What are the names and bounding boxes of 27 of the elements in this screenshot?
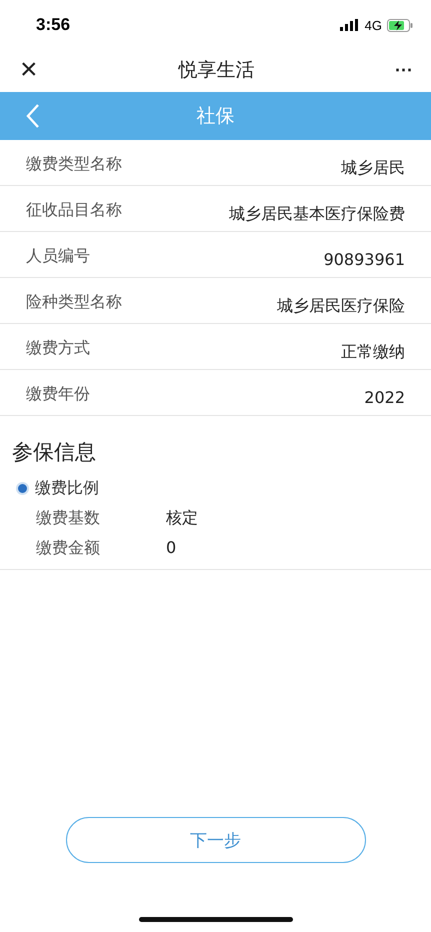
detail-label: 缴费金额	[36, 538, 101, 559]
header-title: 社保	[196, 104, 234, 129]
option-label: 缴费比例	[35, 478, 99, 499]
signal-icon	[340, 19, 360, 31]
field-label: 征收品目名称	[26, 200, 122, 221]
radio-button[interactable]	[16, 482, 29, 495]
more-button[interactable]: ···	[395, 60, 413, 80]
detail-label: 缴费基数	[36, 508, 101, 529]
field-label: 缴费方式	[26, 338, 90, 359]
field-value: 城乡居民基本医疗保险费	[229, 204, 405, 225]
field-value: 城乡居民	[341, 158, 405, 179]
field-value: 2022	[364, 388, 405, 407]
field-value: 正常缴纳	[341, 342, 405, 363]
field-value: 90893961	[324, 250, 405, 269]
close-button[interactable]: ×	[20, 55, 38, 85]
field-value: 城乡居民医疗保险	[277, 296, 405, 317]
page-title: 悦享生活	[178, 58, 254, 83]
field-label: 人员编号	[26, 246, 90, 267]
field-label: 险种类型名称	[26, 292, 122, 313]
field-label: 缴费类型名称	[26, 154, 122, 175]
network-label: 4G	[364, 18, 382, 32]
detail-value: 0	[166, 538, 176, 559]
field-label: 缴费年份	[26, 384, 90, 405]
status-time: 3:56	[36, 15, 70, 35]
section-title: 参保信息	[11, 439, 97, 466]
battery-icon	[387, 18, 413, 32]
detail-value: 核定	[166, 508, 198, 529]
